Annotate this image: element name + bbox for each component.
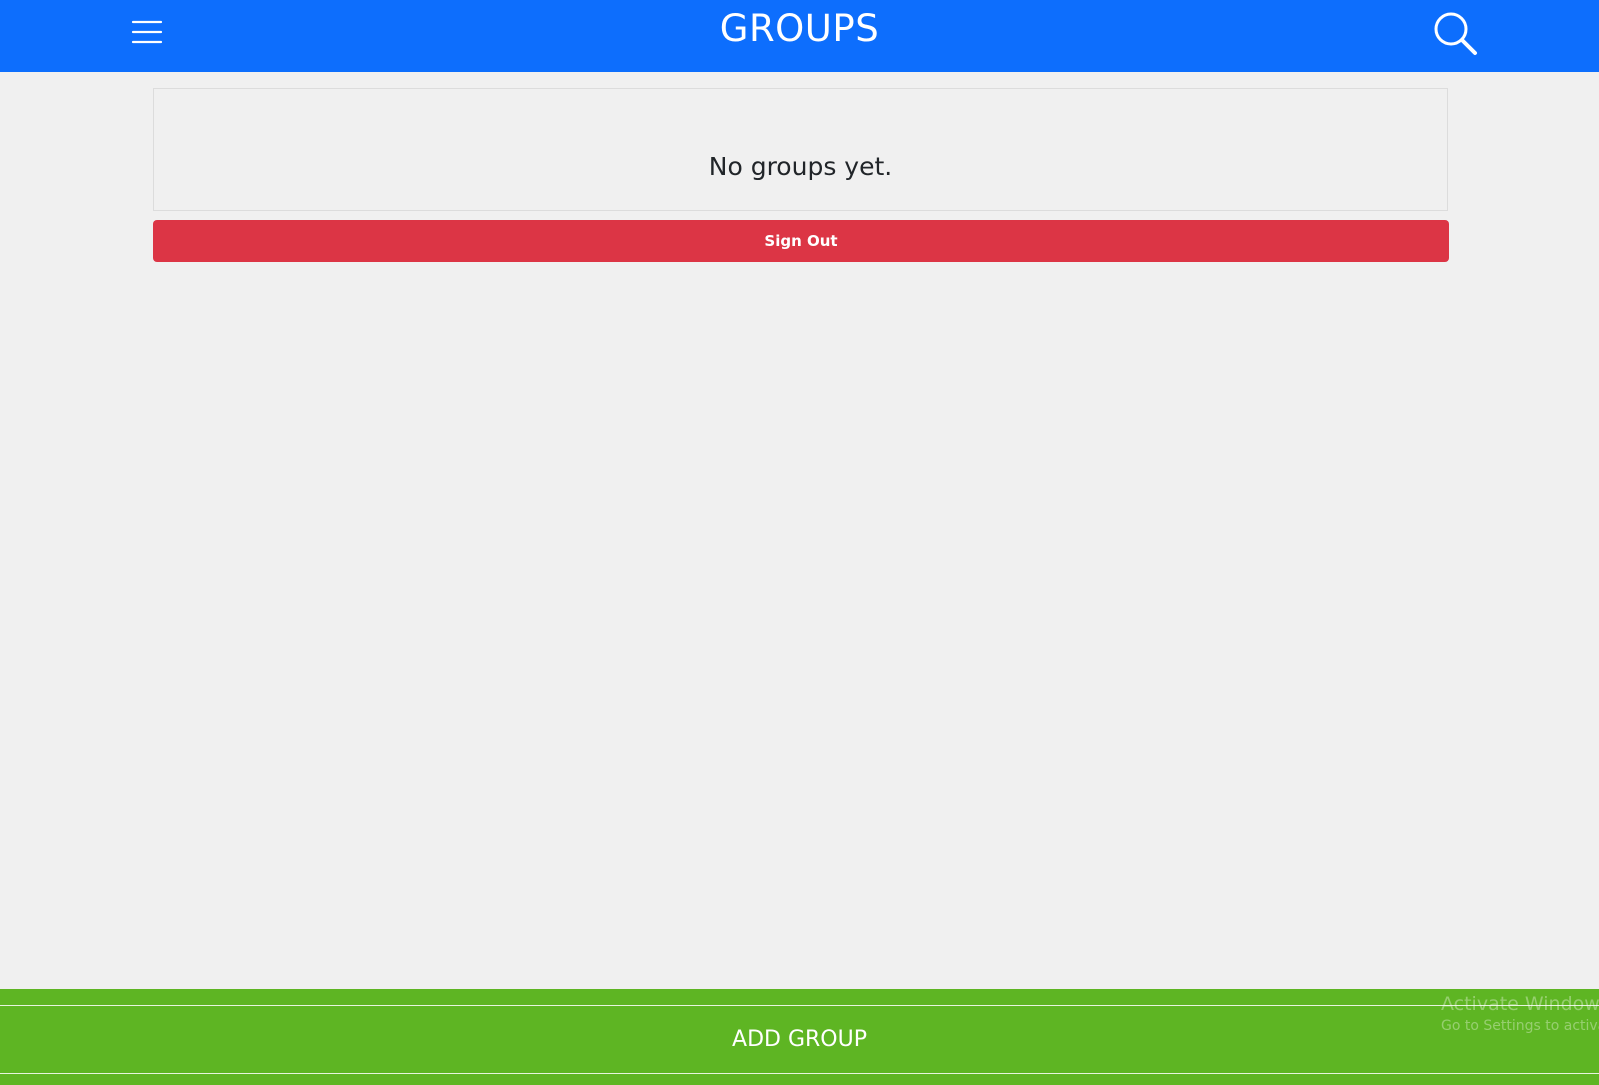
empty-message: No groups yet. [708, 152, 893, 181]
app-header: GROUPS [0, 0, 1599, 72]
add-group-bar: ADD GROUP [0, 989, 1599, 1085]
sign-out-button[interactable]: Sign Out [153, 220, 1449, 262]
groups-list-empty-state: No groups yet. [153, 88, 1448, 211]
divider [0, 1073, 1599, 1074]
add-group-button[interactable]: ADD GROUP [0, 1006, 1599, 1073]
search-icon [1432, 9, 1480, 57]
search-button[interactable] [1432, 9, 1480, 57]
page-title: GROUPS [719, 7, 880, 50]
